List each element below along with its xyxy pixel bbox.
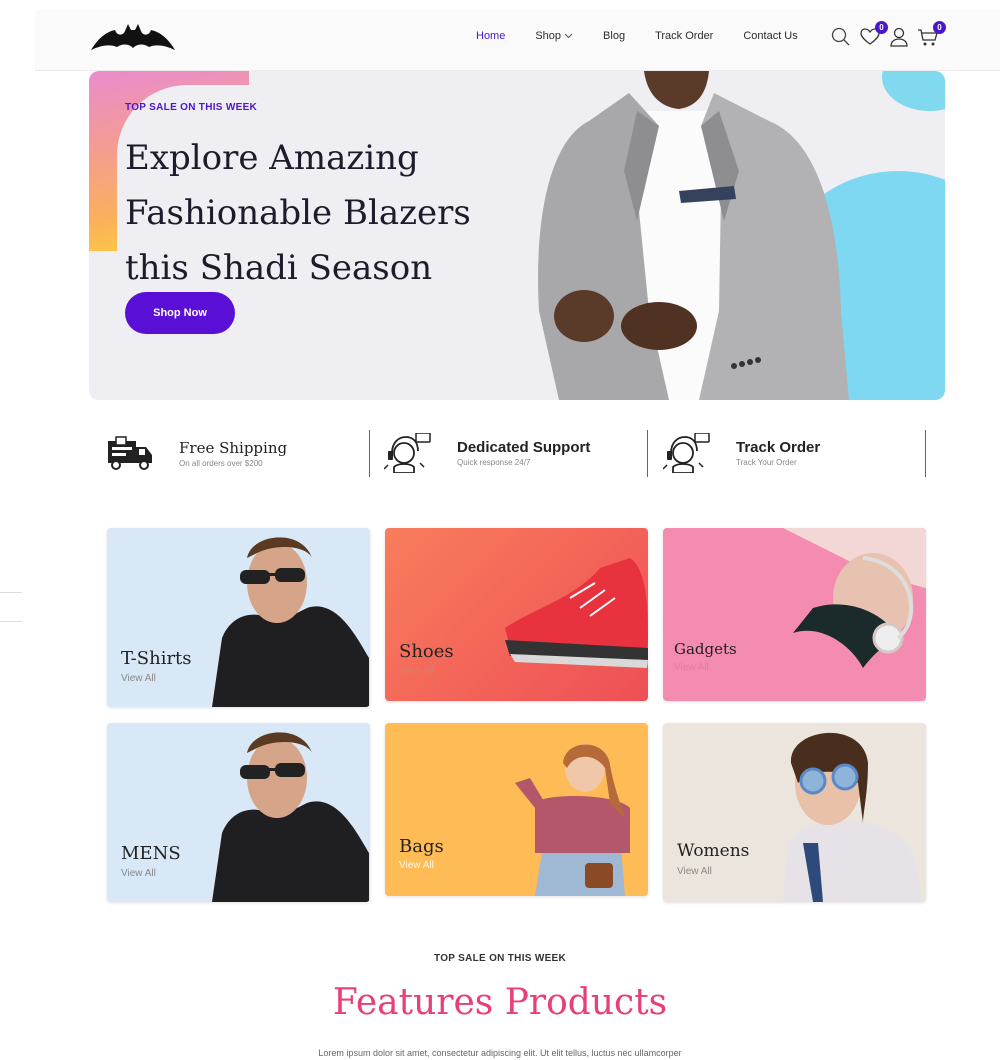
bat-logo[interactable] xyxy=(91,24,175,50)
nav-contact-us[interactable]: Contact Us xyxy=(743,30,797,42)
nav-home[interactable]: Home xyxy=(476,30,505,42)
cart-count-badge: 0 xyxy=(933,21,946,34)
section-description: Lorem ipsum dolor sit amet, consectetur … xyxy=(318,1048,682,1058)
hero-title: Explore Amazing Fashionable Blazers this… xyxy=(125,131,545,296)
nav-blog[interactable]: Blog xyxy=(603,30,625,42)
feature-dedicated-support: Dedicated Support Quick response 24/7 xyxy=(384,428,590,478)
side-marker xyxy=(0,592,22,622)
chevron-down-icon xyxy=(564,33,573,39)
feature-subtitle: Track Your Order xyxy=(736,458,797,467)
hero-title-line: Fashionable Blazers xyxy=(125,193,471,233)
view-all-link[interactable]: View All xyxy=(121,673,156,684)
divider xyxy=(925,430,926,477)
category-card-womens[interactable]: Womens View All xyxy=(663,723,926,902)
feature-subtitle: On all orders over $200 xyxy=(179,458,263,468)
hero-subtitle: TOP SALE ON THIS WEEK xyxy=(125,102,258,113)
section-title: Features Products xyxy=(332,982,668,1023)
wishlist-count-badge: 0 xyxy=(875,21,888,34)
nav-shop-label: Shop xyxy=(535,30,562,42)
user-icon[interactable] xyxy=(888,26,910,48)
divider xyxy=(369,430,370,477)
support-agent-icon xyxy=(384,433,431,473)
feature-title: Free Shipping xyxy=(179,438,288,457)
category-title: Shoes xyxy=(399,641,454,662)
hero-title-line: Explore Amazing xyxy=(125,138,419,178)
feature-free-shipping: Free Shipping On all orders over $200 xyxy=(106,428,287,478)
category-title: MENS xyxy=(121,843,181,864)
category-title: Bags xyxy=(399,836,444,857)
view-all-link[interactable]: View All xyxy=(399,665,434,676)
features-strip: Free Shipping On all orders over $200 De… xyxy=(106,428,926,478)
view-all-link[interactable]: View All xyxy=(399,860,434,871)
view-all-link[interactable]: View All xyxy=(674,662,709,673)
support-agent-icon xyxy=(663,433,710,473)
nav-track-order[interactable]: Track Order xyxy=(655,30,713,42)
nav-blog-label: Blog xyxy=(603,30,626,42)
feature-title: Track Order xyxy=(736,439,821,456)
feature-title: Dedicated Support xyxy=(457,439,591,456)
model-headphones-image xyxy=(783,528,926,668)
category-card-mens[interactable]: MENS View All xyxy=(107,723,370,902)
category-card-tshirts[interactable]: T-Shirts View All xyxy=(107,528,370,707)
divider xyxy=(647,430,648,477)
section-subtitle: TOP SALE ON THIS WEEK xyxy=(433,953,567,964)
cyan-blob-top xyxy=(882,71,945,111)
shop-now-button[interactable]: Shop Now xyxy=(125,292,235,334)
category-title: T-Shirts xyxy=(121,648,192,669)
cart-icon[interactable]: 0 xyxy=(917,21,946,48)
nav-contact-us-label: Contact Us xyxy=(743,30,798,42)
nav-track-order-label: Track Order xyxy=(655,30,714,42)
site-header: Home Shop Blog Track Order Contact Us 0 … xyxy=(35,10,1000,71)
category-card-bags[interactable]: Bags View All xyxy=(385,723,648,896)
hero-model-image xyxy=(538,71,849,400)
truck-icon xyxy=(108,436,152,470)
view-all-link[interactable]: View All xyxy=(121,868,156,879)
category-card-gadgets[interactable]: Gadgets View All xyxy=(663,528,926,701)
heart-icon[interactable]: 0 xyxy=(859,21,888,48)
main-nav: Home Shop Blog Track Order Contact Us xyxy=(476,30,828,42)
category-title: Gadgets xyxy=(674,640,737,658)
hero-title-line: this Shadi Season xyxy=(125,248,433,288)
header-icons: 0 0 xyxy=(830,21,946,48)
nav-home-label: Home xyxy=(476,30,506,42)
category-title: Womens xyxy=(677,841,750,861)
feature-track-order: Track Order Track Your Order xyxy=(663,428,820,478)
category-card-shoes[interactable]: Shoes View All xyxy=(385,528,648,701)
nav-shop[interactable]: Shop xyxy=(535,30,573,42)
feature-subtitle: Quick response 24/7 xyxy=(457,458,531,467)
hero-banner: TOP SALE ON THIS WEEK Explore Amazing Fa… xyxy=(89,71,945,400)
search-icon[interactable] xyxy=(830,26,852,48)
view-all-link[interactable]: View All xyxy=(677,866,712,877)
